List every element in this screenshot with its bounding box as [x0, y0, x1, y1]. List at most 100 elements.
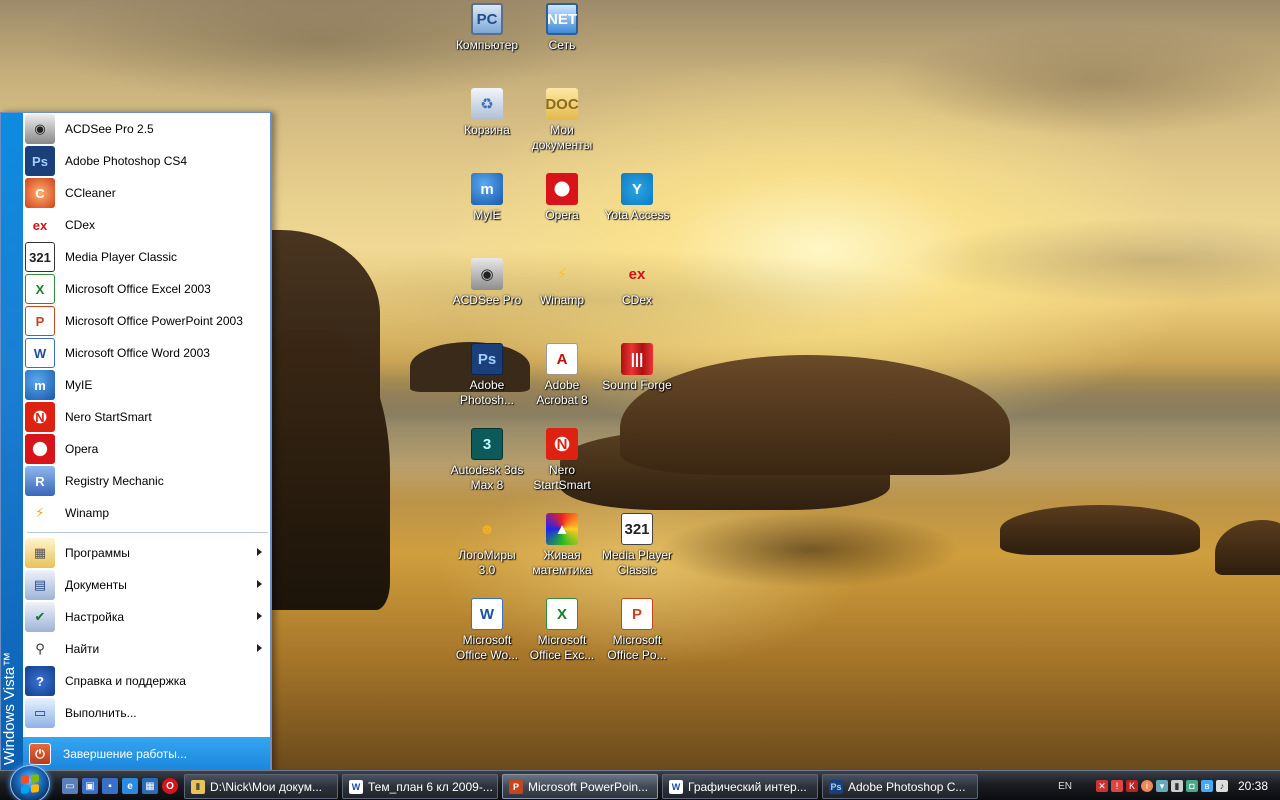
excel-icon: X: [546, 598, 578, 630]
switch-windows-icon[interactable]: ▣: [82, 778, 98, 794]
start-menu-item-label: ACDSee Pro 2.5: [65, 122, 154, 136]
desktop-icon-live-math[interactable]: ▲ Живая матемтика: [524, 513, 600, 578]
desktop-icon-nero[interactable]: N Nero StartSmart: [524, 428, 600, 493]
desktop-icon-acdsee[interactable]: ◉ ACDSee Pro: [449, 258, 525, 308]
start-menu-item-powerpoint[interactable]: P Microsoft Office PowerPoint 2003: [23, 305, 270, 337]
start-menu-item-media-player-classic[interactable]: 321 Media Player Classic: [23, 241, 270, 273]
start-menu-item-ccleaner[interactable]: C CCleaner: [23, 177, 270, 209]
submenu-arrow-icon: [257, 644, 262, 652]
update-icon[interactable]: i: [1140, 780, 1153, 792]
taskbar-button-photoshop[interactable]: Ps Adobe Photoshop C...: [822, 774, 978, 799]
desktop-icon-sound-forge[interactable]: ||| Sound Forge: [599, 343, 675, 393]
start-menu-item-nero[interactable]: N Nero StartSmart: [23, 401, 270, 433]
search-icon: ⚲: [35, 641, 45, 656]
battery-icon[interactable]: ▮: [1170, 780, 1183, 792]
nero-icon: N: [25, 402, 55, 432]
internet-explorer-icon[interactable]: e: [122, 778, 138, 794]
start-menu-item-myie[interactable]: m MyIE: [23, 369, 270, 401]
start-menu-item-excel[interactable]: X Microsoft Office Excel 2003: [23, 273, 270, 305]
recycle-bin-icon: ♻: [471, 88, 503, 120]
taskbar-button-label: Adobe Photoshop C...: [848, 779, 966, 794]
desktop-icon-excel[interactable]: X Microsoft Office Exc...: [524, 598, 600, 663]
documents-icon: ▤: [25, 570, 55, 600]
opera-icon[interactable]: O: [162, 778, 178, 794]
desktop-icon-label: Nero StartSmart: [533, 463, 591, 492]
desktop-icon-logomiry[interactable]: ☻ ЛогоМиры 3.0: [449, 513, 525, 578]
computer-icon[interactable]: ▪: [102, 778, 118, 794]
taskbar-button-explorer[interactable]: ▮ D:\Nick\Мои докум...: [184, 774, 338, 799]
desktop-icon-powerpoint[interactable]: P Microsoft Office Po...: [599, 598, 675, 663]
start-menu-item-cdex[interactable]: ex CDex: [23, 209, 270, 241]
cleaner-icon[interactable]: !: [1110, 780, 1123, 792]
start-menu-item-label: MyIE: [65, 378, 93, 392]
antivirus-icon[interactable]: ✕: [1095, 780, 1108, 792]
start-menu-item-registry-mechanic[interactable]: R Registry Mechanic: [23, 465, 270, 497]
start-menu-item-documents[interactable]: ▤ Документы: [23, 569, 270, 601]
desktop-icon-opera[interactable]: O Opera: [524, 173, 600, 223]
start-menu-item-programs[interactable]: ▦ Программы: [23, 537, 270, 569]
taskbar-button-powerpoint[interactable]: P Microsoft PowerPoin...: [502, 774, 658, 799]
desktop-icon-word[interactable]: W Microsoft Office Wo...: [449, 598, 525, 663]
start-menu-item-label: Завершение работы...: [63, 747, 187, 761]
start-menu-item-winamp[interactable]: ⚡ Winamp: [23, 497, 270, 529]
desktop-icon-label: Adobe Acrobat 8: [536, 378, 588, 407]
taskbar-button-word-plan[interactable]: W Тем_план 6 кл 2009-...: [342, 774, 498, 799]
start-menu-item-label: CDex: [65, 218, 96, 232]
desktop-icon-label: CDex: [621, 293, 652, 307]
start-menu-item-label: Справка и поддержка: [65, 674, 186, 688]
taskbar-button-word-gui[interactable]: W Графический интер...: [662, 774, 818, 799]
start-menu: Windows Vista™ ◉ ACDSee Pro 2.5 Ps Adobe…: [0, 112, 272, 772]
photoshop-icon: Ps: [471, 343, 503, 375]
submenu-arrow-icon: [257, 612, 262, 620]
network-icon[interactable]: ◘: [1185, 780, 1198, 792]
desktop-icon-acrobat[interactable]: A Adobe Acrobat 8: [524, 343, 600, 408]
photoshop-icon: Ps: [829, 779, 843, 794]
volume-icon[interactable]: ♪: [1215, 780, 1228, 792]
start-menu-item-label: Opera: [65, 442, 99, 456]
start-menu-item-photoshop[interactable]: Ps Adobe Photoshop CS4: [23, 145, 270, 177]
show-desktop-icon[interactable]: ▭: [62, 778, 78, 794]
start-menu-banner-text: Windows Vista™: [1, 651, 18, 765]
folder-icon[interactable]: ▦: [142, 778, 158, 794]
start-menu-item-label: Выполнить...: [65, 706, 137, 720]
live-math-icon: ▲: [546, 513, 578, 545]
start-menu-item-help[interactable]: ? Справка и поддержка: [23, 665, 270, 697]
desktop-icon-computer[interactable]: PC Компьютер: [449, 3, 525, 53]
start-menu-separator: [27, 532, 268, 533]
desktop-icon-cdex[interactable]: ex CDex: [599, 258, 675, 308]
winamp-icon: ⚡: [35, 505, 45, 520]
shield-icon[interactable]: ▾: [1155, 780, 1168, 792]
start-menu-item-acdsee[interactable]: ◉ ACDSee Pro 2.5: [23, 113, 270, 145]
flash-icon[interactable]: K: [1125, 780, 1138, 792]
start-menu-item-settings[interactable]: ✔ Настройка: [23, 601, 270, 633]
desktop-icon-label: MyIE: [473, 208, 501, 222]
start-menu-item-label: Программы: [65, 546, 130, 560]
start-menu-banner: Windows Vista™: [1, 113, 23, 771]
desktop-icon-yota-access[interactable]: Y Yota Access: [599, 173, 675, 223]
start-menu-item-label: Документы: [65, 578, 127, 592]
word-icon: W: [25, 338, 55, 368]
start-menu-item-search[interactable]: ⚲ Найти: [23, 633, 270, 665]
desktop-icon-photoshop[interactable]: Ps Adobe Photosh...: [449, 343, 525, 408]
start-menu-item-label: Microsoft Office Word 2003: [65, 346, 210, 360]
myie-icon: m: [471, 173, 503, 205]
desktop-icon-label: Microsoft Office Wo...: [455, 633, 519, 662]
language-indicator[interactable]: EN: [1058, 781, 1072, 792]
clock[interactable]: 20:38: [1238, 779, 1268, 793]
acrobat-icon: A: [546, 343, 578, 375]
start-menu-item-word[interactable]: W Microsoft Office Word 2003: [23, 337, 270, 369]
desktop-icon-winamp[interactable]: ⚡ Winamp: [524, 258, 600, 308]
start-button[interactable]: [10, 765, 50, 800]
desktop-icon-3ds-max[interactable]: 3 Autodesk 3ds Max 8: [449, 428, 525, 493]
wallpaper-rock: [1000, 505, 1200, 555]
desktop-icon-label: Живая матемтика: [532, 548, 592, 577]
desktop-icon-recycle-bin[interactable]: ♻ Корзина: [449, 88, 525, 138]
start-menu-item-opera[interactable]: Opera: [23, 433, 270, 465]
bluetooth-icon[interactable]: ʙ: [1200, 780, 1213, 792]
desktop-icon-network[interactable]: NET Сеть: [524, 3, 600, 53]
desktop-icon-myie[interactable]: m MyIE: [449, 173, 525, 223]
desktop-icon-my-documents[interactable]: DOC Мои документы: [524, 88, 600, 153]
start-menu-item-run[interactable]: ▭ Выполнить...: [23, 697, 270, 729]
desktop-icon-media-player-classic[interactable]: 321 Media Player Classic: [599, 513, 675, 578]
start-menu-item-shutdown[interactable]: ⏻ Завершение работы...: [23, 737, 270, 771]
